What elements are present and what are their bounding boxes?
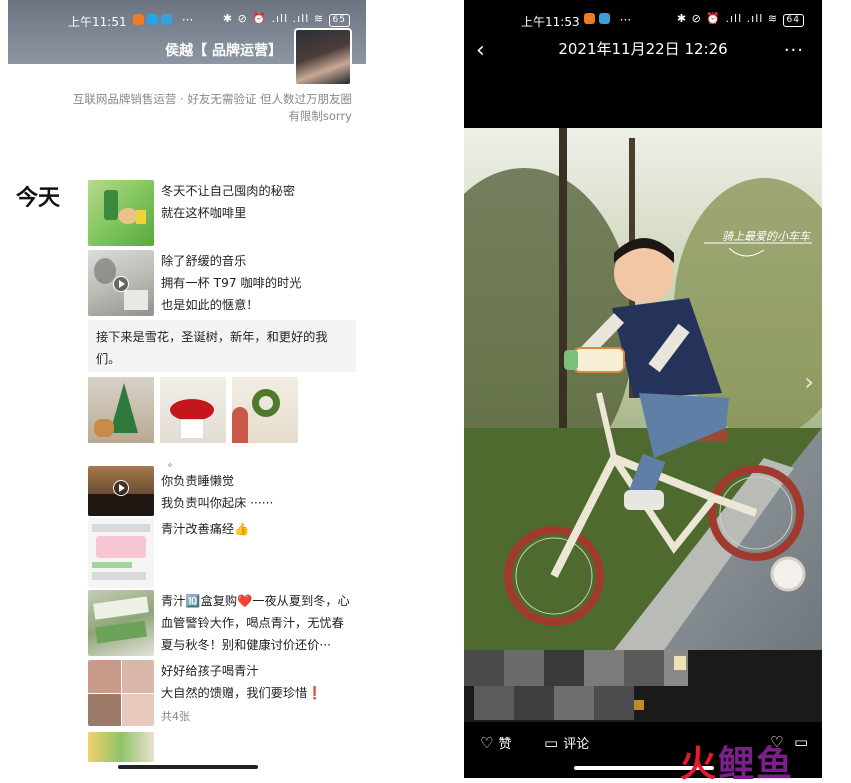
moment-post[interactable]	[88, 732, 154, 762]
post-thumbnail[interactable]	[88, 590, 154, 656]
profile-signature: 互联网品牌销售运营 · 好友无需验证 但人数过万朋友圈有限制sorry	[72, 92, 352, 123]
profile-nickname[interactable]: 侯越【 品牌运营】	[165, 40, 282, 60]
profile-avatar[interactable]	[294, 28, 352, 86]
battery-icon: 64	[782, 14, 804, 27]
play-icon	[113, 276, 129, 292]
notification-icons: ···	[130, 13, 193, 27]
like-label: 赞	[498, 737, 512, 752]
post-text: 青汁改善痛经👍	[161, 522, 250, 536]
photo-roses[interactable]	[160, 377, 226, 443]
moment-post[interactable]: 冬天不让自己囤肉的秘密 就在这杯咖啡里	[88, 180, 295, 246]
app-notification-icon	[147, 14, 158, 25]
comment-icon: ▭	[794, 733, 809, 751]
status-bar: 上午11:53 ··· ✱ ⊘ ⏰ .ıll .ıll ≋ 64	[464, 0, 822, 38]
signal-icons: ✱ ⊘ ⏰ .ıll .ıll ≋	[676, 12, 779, 25]
notification-icons: ···	[584, 13, 631, 27]
post-thumbnail[interactable]	[88, 518, 154, 588]
comment-count-button[interactable]: ▭	[794, 733, 813, 751]
play-icon	[113, 480, 129, 496]
photo-handwritten-caption: 骑上最爱的小车车	[722, 230, 810, 243]
post-text: 你负责睡懒觉 我负责叫你起床 ······	[161, 474, 274, 510]
like-button[interactable]: ♡ 赞	[480, 733, 512, 753]
moment-post[interactable]: 好好给孩子喝青汁 大自然的馈赠，我们要珍惜❗ 共4张	[88, 660, 322, 726]
heart-icon: ♡	[480, 733, 494, 752]
photo-christmas-tree[interactable]	[88, 377, 154, 443]
blurred-caption	[464, 650, 822, 722]
photo-wreath[interactable]	[232, 377, 298, 443]
post-thumbnail[interactable]	[88, 660, 154, 726]
status-time: 上午11:53	[521, 15, 580, 29]
app-notification-icon	[598, 13, 610, 24]
day-label: 今天	[16, 186, 61, 211]
comment-button[interactable]: ▭ 评论	[544, 733, 590, 753]
moment-post[interactable]: 你负责睡懒觉 我负责叫你起床 ······	[88, 466, 273, 516]
post-thumbnail[interactable]	[88, 466, 154, 516]
post-thumbnail[interactable]	[88, 180, 154, 246]
comment-label: 评论	[563, 737, 590, 752]
signal-icons: ✱ ⊘ ⏰ .ıll .ıll ≋	[222, 12, 325, 25]
post-text: 青汁🔟盒复购❤️一夜从夏到冬，心 血管警铃大作，喝点青汁，无忧春 夏与秋冬！别和…	[161, 594, 350, 652]
post-thumbnail[interactable]	[88, 732, 154, 762]
app-notification-icon	[133, 14, 144, 25]
photo-detail-screen: 上午11:53 ··· ✱ ⊘ ⏰ .ıll .ıll ≋ 64 ‹ 2021年…	[464, 0, 822, 778]
photo-kid-on-bike	[464, 128, 822, 650]
moments-profile-screen: 上午11:51 ··· ✱ ⊘ ⏰ .ıll .ıll ≋ 65 侯越【 品牌运…	[8, 0, 366, 778]
watermark-part2: 鲤鱼	[718, 744, 795, 783]
moment-post[interactable]: 除了舒缓的音乐 拥有一杯 T97 咖啡的时光 也是如此的惬意！	[88, 250, 301, 316]
status-right: ✱ ⊘ ⏰ .ıll .ıll ≋ 64	[677, 12, 804, 27]
more-notifications: ···	[619, 13, 632, 27]
post-text: 冬天不让自己囤肉的秘密 就在这杯咖啡里	[161, 184, 296, 220]
battery-icon: 65	[328, 14, 350, 27]
next-photo-chevron-icon[interactable]: ›	[804, 368, 814, 396]
status-right: ✱ ⊘ ⏰ .ıll .ıll ≋ 65	[223, 12, 350, 27]
more-options-button[interactable]: ···	[784, 40, 804, 61]
more-notifications: ···	[181, 13, 194, 27]
comment-icon: ▭	[544, 733, 559, 752]
photo-viewer[interactable]: 骑上最爱的小车车 ›	[464, 128, 822, 650]
shared-text-card[interactable]: 接下来是雪花，圣诞树，新年，和更好的我们。	[88, 320, 356, 372]
moment-post[interactable]: 青汁改善痛经👍	[88, 518, 249, 588]
brand-watermark-logo: 火鲤鱼	[680, 735, 794, 783]
watermark-part1: 火	[680, 744, 719, 783]
app-notification-icon	[584, 13, 595, 24]
app-notification-icon	[161, 14, 172, 25]
post-text: 好好给孩子喝青汁 大自然的馈赠，我们要珍惜❗	[161, 664, 323, 700]
home-indicator[interactable]	[118, 765, 258, 769]
status-time: 上午11:51	[68, 15, 127, 29]
post-text: 除了舒缓的音乐 拥有一杯 T97 咖啡的时光 也是如此的惬意！	[161, 254, 302, 312]
post-thumbnail[interactable]	[88, 250, 154, 316]
moment-post[interactable]: 青汁🔟盒复购❤️一夜从夏到冬，心 血管警铃大作，喝点青汁，无忧春 夏与秋冬！别和…	[88, 590, 350, 656]
post-datetime: 2021年11月22日 12:26	[558, 40, 728, 58]
photo-count: 共4张	[161, 710, 190, 723]
photo-grid	[88, 377, 298, 443]
